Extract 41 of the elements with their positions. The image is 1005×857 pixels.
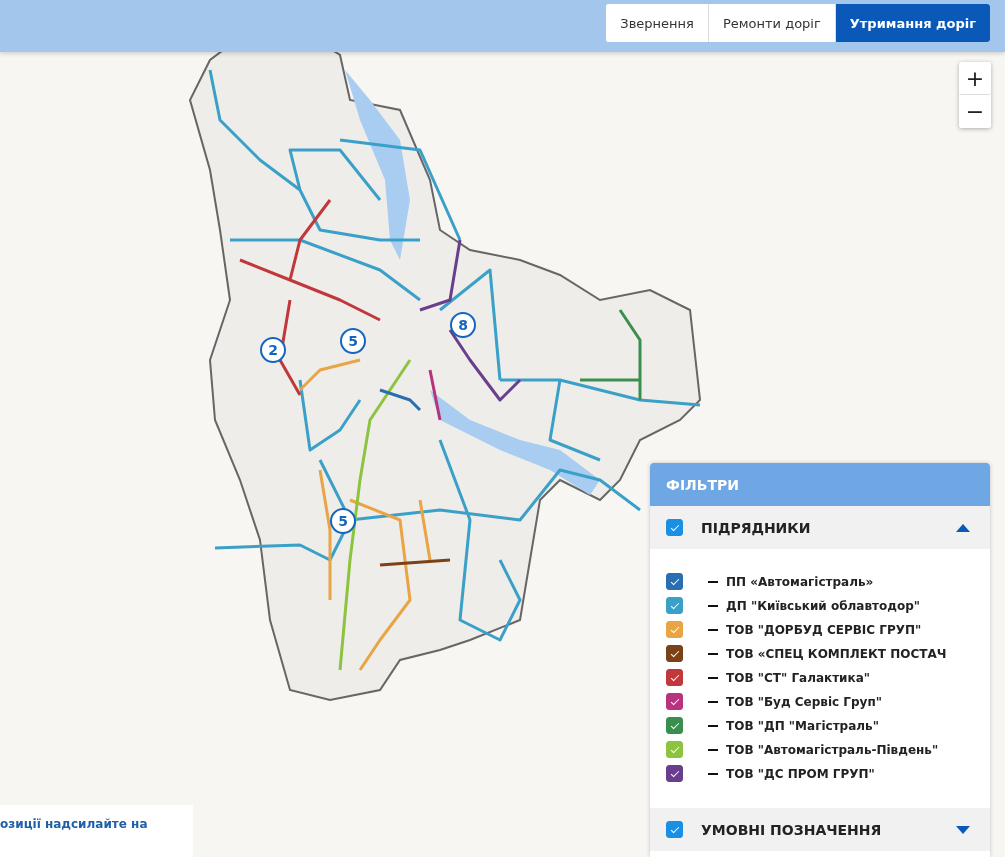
- checkbox[interactable]: [666, 669, 683, 686]
- contractor-label: ТОВ "Буд Сервіс Груп": [726, 694, 882, 709]
- contractor-label: ТОВ "Автомагістраль-Південь": [726, 742, 939, 757]
- notice-text: озиції надсилайте на: [0, 805, 193, 857]
- checkbox[interactable]: [666, 645, 683, 662]
- zoom-out-button[interactable]: −: [959, 95, 991, 128]
- checkbox[interactable]: [666, 597, 683, 614]
- zoom-in-button[interactable]: +: [959, 62, 991, 95]
- checkbox[interactable]: [666, 765, 683, 782]
- checkbox[interactable]: [666, 573, 683, 590]
- tab[interactable]: Утримання доріг: [835, 4, 990, 42]
- line-swatch: [708, 676, 718, 679]
- line-swatch: [708, 748, 718, 751]
- section-header[interactable]: ПІДРЯДНИКИ: [650, 506, 990, 549]
- line-swatch: [708, 772, 718, 775]
- caret-icon[interactable]: [956, 523, 970, 532]
- line-swatch: [708, 628, 718, 631]
- checkbox[interactable]: [666, 741, 683, 758]
- contractor-label: ТОВ "ДП "Магістраль": [726, 718, 879, 733]
- checkbox[interactable]: [666, 693, 683, 710]
- section-header[interactable]: УМОВНІ ПОЗНАЧЕННЯ: [650, 808, 990, 851]
- checkbox[interactable]: [666, 519, 683, 536]
- line-swatch: [708, 724, 718, 727]
- contractor-label: ПП «Автомагістраль»: [726, 574, 874, 589]
- checkbox[interactable]: [666, 821, 683, 838]
- contractor-label: ТОВ "СТ" Галактика": [726, 670, 871, 685]
- line-swatch: [708, 580, 718, 583]
- panel-title: ФІЛЬТРИ: [650, 463, 990, 506]
- checkbox[interactable]: [666, 717, 683, 734]
- contractor-label: ТОВ "ДС ПРОМ ГРУП": [726, 766, 875, 781]
- contractor-label: ДП "Київський облавтодор": [726, 598, 920, 613]
- section-title: УМОВНІ ПОЗНАЧЕННЯ: [701, 821, 883, 838]
- contractor-label: ТОВ "ДОРБУД СЕРВІС ГРУП": [726, 622, 922, 637]
- line-swatch: [708, 604, 718, 607]
- line-swatch: [708, 652, 718, 655]
- contractor-label: ТОВ «СПЕЦ КОМПЛЕКТ ПОСТАЧ: [726, 646, 947, 661]
- tab[interactable]: Звернення: [606, 4, 709, 42]
- line-swatch: [708, 700, 718, 703]
- checkbox[interactable]: [666, 621, 683, 638]
- caret-icon[interactable]: [956, 825, 970, 834]
- section-title: ПІДРЯДНИКИ: [701, 519, 812, 536]
